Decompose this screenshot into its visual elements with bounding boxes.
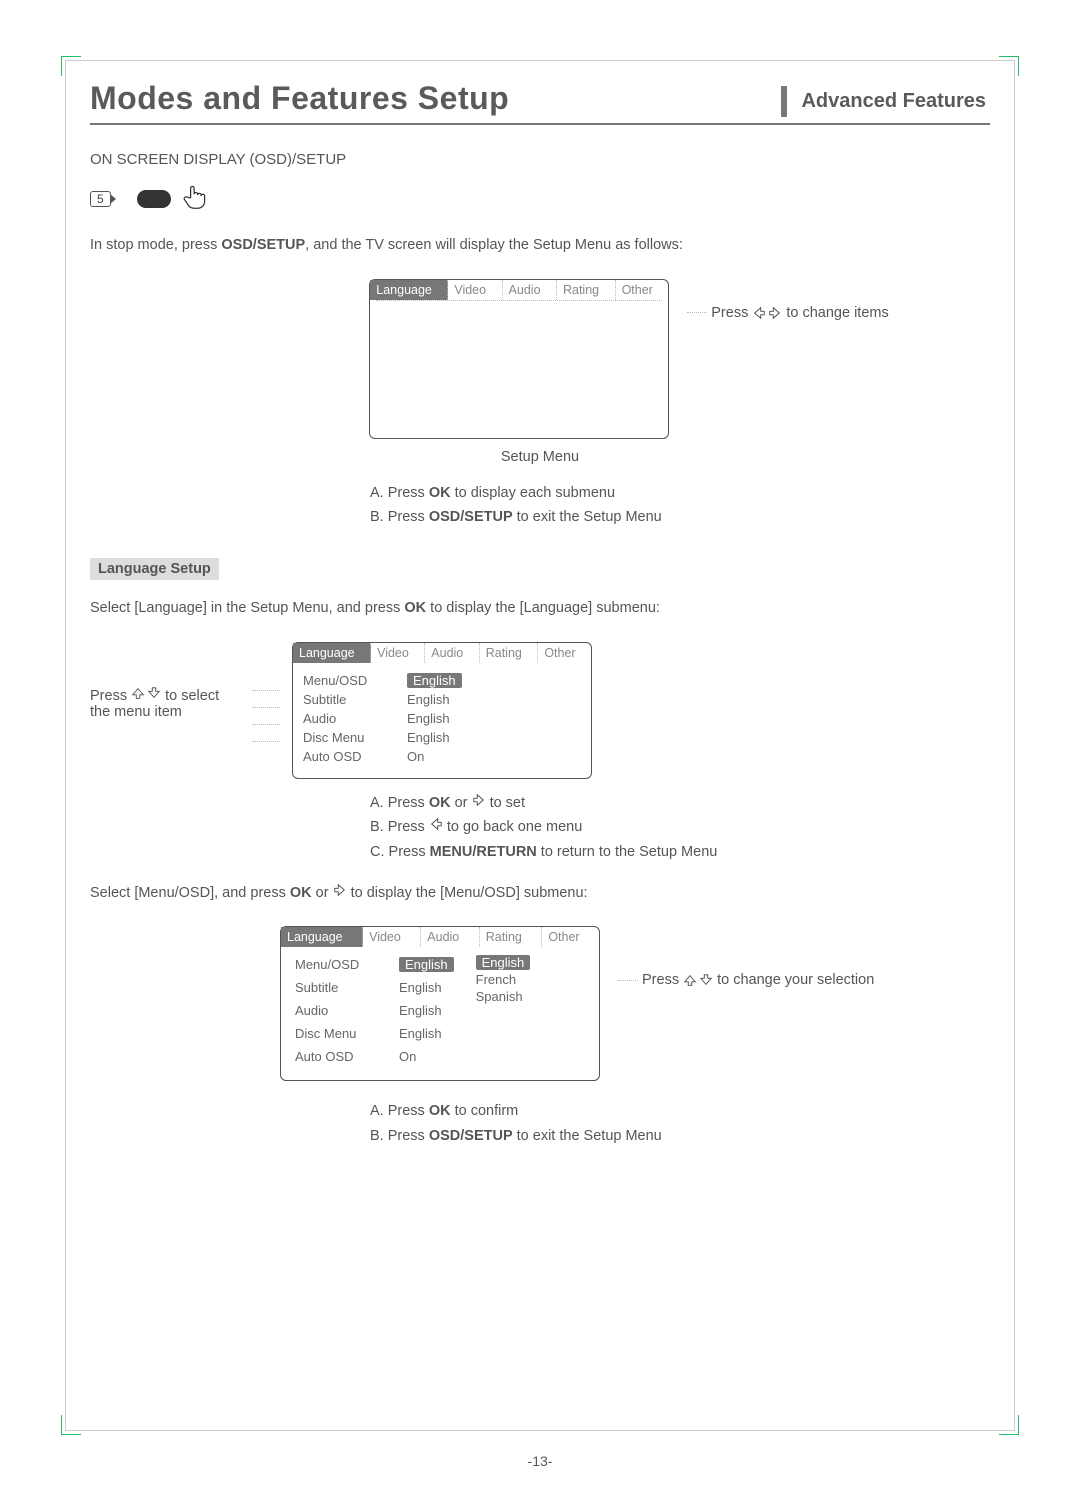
step3-b: B. Press OSD/SETUP to exit the Setup Men… [370, 1124, 990, 1149]
osd-tab-language[interactable]: Language [293, 643, 371, 663]
page-title: Modes and Features Setup [90, 80, 509, 117]
osd-tab-audio[interactable]: Audio [425, 643, 479, 663]
arrow-up-down-icon [131, 686, 161, 700]
lang-row-subtitle[interactable]: SubtitleEnglish [303, 690, 581, 709]
language-submenu-box: Language Video Audio Rating Other Menu/O… [292, 642, 592, 779]
option-spanish[interactable]: Spanish [476, 989, 531, 1004]
lang-row-discmenu[interactable]: Disc MenuEnglish [303, 728, 581, 747]
step2-a: A. Press OK or to set [370, 791, 990, 816]
crop-mark [61, 1415, 81, 1435]
lang-row-autoosd[interactable]: Auto OSDOn [303, 747, 581, 766]
osd-tab-rating[interactable]: Rating [480, 643, 539, 663]
osd-tab-language[interactable]: Language [281, 927, 363, 947]
osd-tab-other[interactable]: Other [616, 280, 669, 300]
lang-row-audio[interactable]: AudioEnglish [303, 709, 581, 728]
osd-tab-other[interactable]: Other [538, 643, 591, 663]
osd-tab-video[interactable]: Video [448, 280, 502, 300]
intro-text: In stop mode, press OSD/SETUP, and the T… [90, 235, 990, 257]
osd-tab-audio[interactable]: Audio [503, 280, 557, 300]
hand-pointer-icon [181, 182, 209, 215]
setup-menu-caption: Setup Menu [501, 449, 579, 465]
language-setup-heading: Language Setup [90, 558, 219, 580]
arrow-right-icon [472, 793, 486, 807]
osd-heading: ON SCREEN DISPLAY (OSD)/SETUP [90, 151, 990, 168]
arrow-up-down-icon [683, 973, 713, 987]
crop-mark [999, 1415, 1019, 1435]
callout-change-selection-text: to change your selection [717, 972, 874, 988]
lang2-row-menuosd[interactable]: Menu/OSDEnglish [295, 955, 454, 974]
osd-tab-rating[interactable]: Rating [557, 280, 616, 300]
left-callout: Press to select the menu item [90, 642, 240, 720]
remote-button-row: 5 [90, 182, 990, 215]
page-number: -13- [0, 1453, 1080, 1469]
remote-key-5: 5 [90, 191, 111, 207]
section-tab: Advanced Features [781, 86, 1000, 117]
remote-button-icon [137, 190, 171, 208]
title-rule [90, 123, 990, 125]
step2-c: C. Press MENU/RETURN to return to the Se… [370, 840, 990, 865]
setup-menu-box: Language Video Audio Rating Other [369, 279, 669, 439]
lang2-row-discmenu[interactable]: Disc MenuEnglish [295, 1024, 454, 1043]
step-a: A. Press OK to display each submenu [370, 481, 662, 506]
arrow-left-icon [429, 817, 443, 831]
lang2-row-audio[interactable]: AudioEnglish [295, 1001, 454, 1020]
callout-ticks [252, 642, 280, 742]
step-b: B. Press OSD/SETUP to exit the Setup Men… [370, 505, 662, 530]
lang2-row-autoosd[interactable]: Auto OSDOn [295, 1047, 454, 1066]
arrow-right-icon [333, 883, 347, 897]
osd-tab-other[interactable]: Other [542, 927, 599, 947]
option-english[interactable]: English [476, 955, 531, 970]
osd-tab-audio[interactable]: Audio [421, 927, 479, 947]
osd-tab-video[interactable]: Video [371, 643, 425, 663]
osd-tab-video[interactable]: Video [363, 927, 421, 947]
callout-change-selection: Press [642, 972, 679, 988]
osd-tab-rating[interactable]: Rating [480, 927, 543, 947]
callout-change-items: Press [711, 305, 748, 321]
language-intro: Select [Language] in the Setup Menu, and… [90, 598, 990, 620]
menuosd-submenu-box: Language Video Audio Rating Other Menu/O… [280, 926, 600, 1081]
option-french[interactable]: French [476, 972, 531, 987]
arrow-left-right-icon [752, 306, 782, 320]
callout-change-items-text: to change items [786, 305, 888, 321]
step2-b: B. Press to go back one menu [370, 815, 990, 840]
osd-tab-language[interactable]: Language [370, 280, 448, 300]
lang2-row-subtitle[interactable]: SubtitleEnglish [295, 978, 454, 997]
step3-a: A. Press OK to confirm [370, 1099, 990, 1124]
lang-row-menuosd[interactable]: Menu/OSDEnglish [303, 671, 581, 690]
menuosd-intro: Select [Menu/OSD], and press OK or to di… [90, 883, 990, 905]
